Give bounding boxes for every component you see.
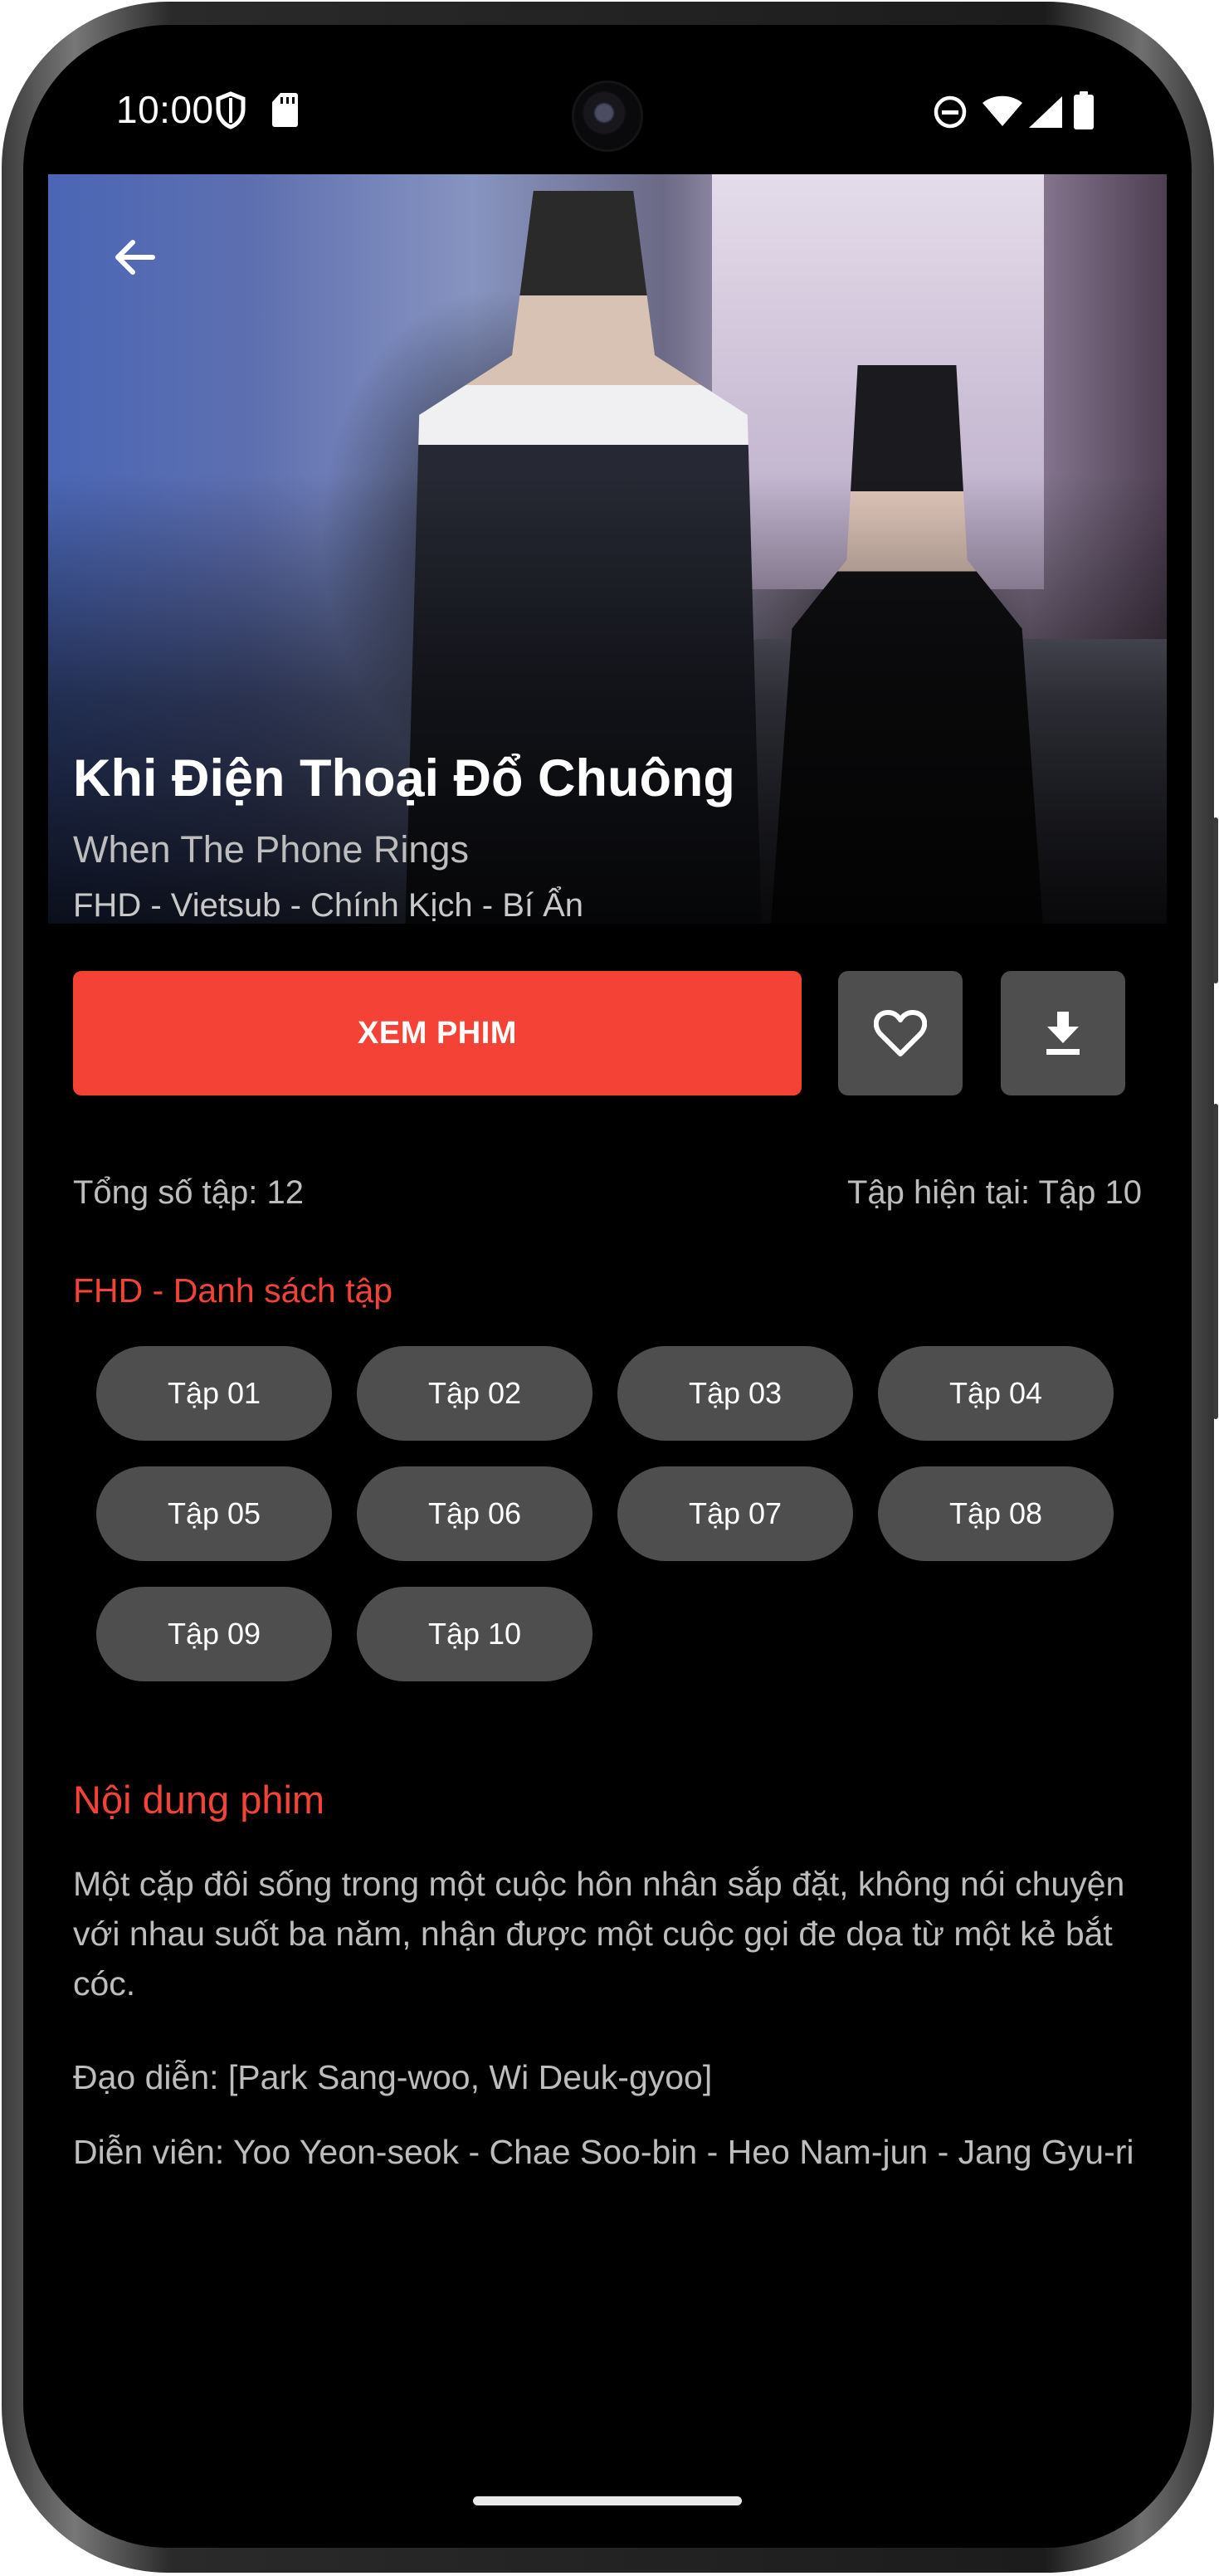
do-not-disturb-icon: [934, 95, 967, 129]
home-indicator[interactable]: [473, 2496, 742, 2505]
episode-button-03[interactable]: Tập 03: [617, 1346, 853, 1441]
current-episode: Tập hiện tại: Tập 10: [846, 1174, 1142, 1211]
episode-button-07[interactable]: Tập 07: [617, 1466, 853, 1561]
wifi-icon: [983, 95, 1022, 126]
episode-button-02[interactable]: Tập 02: [357, 1346, 592, 1441]
watch-movie-button[interactable]: XEM PHIM: [73, 971, 802, 1095]
favorite-button[interactable]: [838, 971, 963, 1095]
status-bar: 10:00: [23, 25, 1192, 174]
movie-meta: FHD - Vietsub - Chính Kịch - Bí Ẩn: [73, 887, 584, 924]
synopsis-heading: Nội dung phim: [73, 1778, 325, 1822]
cast-line: Diễn viên: Yoo Yeon-seok - Chae Soo-bin …: [73, 2133, 1134, 2171]
poster-gradient-overlay: [48, 174, 1167, 924]
power-button: [1213, 817, 1218, 983]
episode-button-04[interactable]: Tập 04: [878, 1346, 1114, 1441]
episode-button-09[interactable]: Tập 09: [96, 1587, 332, 1681]
sd-card-icon: [272, 93, 298, 127]
episode-list-heading: FHD - Danh sách tập: [73, 1271, 393, 1310]
screen: 10:00 Khi Điện Thoại Đổ Chuông When The …: [23, 25, 1192, 2548]
total-episodes: Tổng số tập: 12: [73, 1174, 304, 1211]
battery-icon: [1074, 91, 1094, 129]
shield-icon: [216, 91, 246, 129]
status-time: 10:00: [116, 88, 214, 131]
episode-button-08[interactable]: Tập 08: [878, 1466, 1114, 1561]
volume-button: [1213, 1104, 1218, 1419]
movie-title: Khi Điện Thoại Đổ Chuông: [73, 749, 735, 807]
synopsis-text: Một cặp đôi sống trong một cuộc hôn nhân…: [73, 1865, 1125, 2003]
cellular-signal-icon: [1029, 96, 1062, 128]
download-icon: [1046, 1012, 1080, 1055]
episode-button-05[interactable]: Tập 05: [96, 1466, 332, 1561]
movie-original-title: When The Phone Rings: [73, 828, 469, 871]
director-line: Đạo diễn: [Park Sang-woo, Wi Deuk-gyoo]: [73, 2058, 713, 2096]
heart-outline-icon: [874, 1010, 927, 1056]
episode-button-06[interactable]: Tập 06: [357, 1466, 592, 1561]
episode-button-01[interactable]: Tập 01: [96, 1346, 332, 1441]
movie-poster: [48, 174, 1167, 924]
episode-button-10[interactable]: Tập 10: [357, 1587, 592, 1681]
episode-grid: Tập 01 Tập 02 Tập 03 Tập 04 Tập 05 Tập 0…: [96, 1346, 1125, 1681]
download-button[interactable]: [1001, 971, 1125, 1095]
front-camera: [574, 83, 641, 149]
back-arrow-icon[interactable]: [110, 232, 159, 282]
